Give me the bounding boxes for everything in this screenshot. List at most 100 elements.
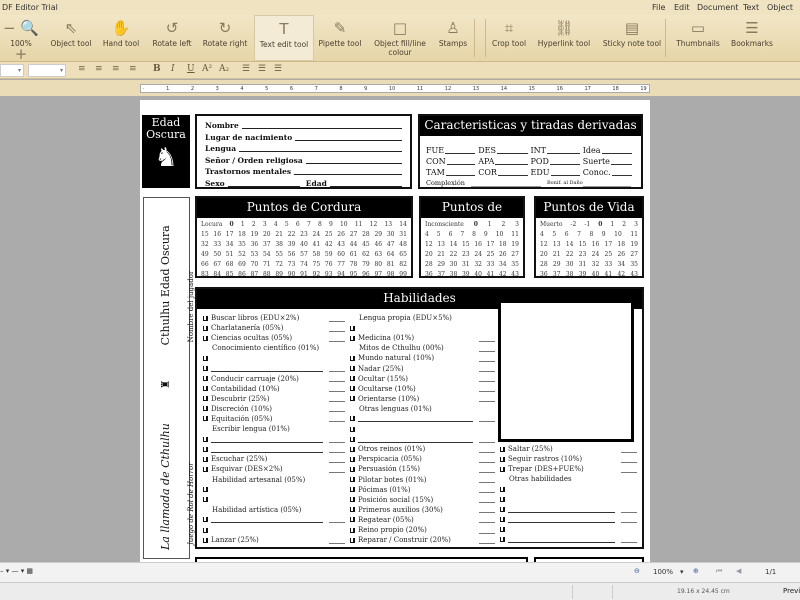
magic-point[interactable]: 13 — [437, 240, 445, 250]
life-point[interactable]: 23 — [579, 250, 587, 260]
tool-rotate-right[interactable]: ↻ Rotate right — [201, 15, 249, 61]
sanity-point[interactable]: 47 — [387, 240, 395, 250]
skill-value-input[interactable] — [621, 516, 637, 524]
sanity-point[interactable]: 50 — [213, 250, 221, 260]
skill-value-input[interactable] — [329, 395, 345, 403]
life-point[interactable]: 28 — [540, 260, 548, 270]
sanity-point[interactable]: 58 — [313, 250, 321, 260]
checkbox[interactable] — [500, 486, 505, 492]
sanity-point[interactable]: 81 — [387, 260, 395, 270]
checkbox[interactable] — [203, 456, 208, 462]
sanity-point[interactable]: 39 — [288, 240, 296, 250]
skill-value-input[interactable] — [479, 375, 495, 383]
sanity-point[interactable]: 24 — [313, 230, 321, 240]
tool-stamps[interactable]: ♙ Stamps — [436, 15, 470, 61]
sanity-point[interactable]: 63 — [374, 250, 382, 260]
stat-fue[interactable]: FUE — [426, 145, 478, 156]
magic-point[interactable]: 37 — [437, 270, 445, 280]
life-point[interactable]: 0 — [598, 220, 602, 230]
sanity-point[interactable]: 16 — [213, 230, 221, 240]
skill-item[interactable]: Pilotar botes (01%) — [350, 475, 495, 485]
sanity-point[interactable]: 65 — [399, 250, 407, 260]
sanity-point[interactable]: 34 — [226, 240, 234, 250]
zoom-in-icon[interactable]: ⊕ — [693, 567, 699, 575]
skill-item[interactable]: Ciencias ocultas (05%) — [203, 333, 345, 343]
skill-value-input[interactable] — [479, 385, 495, 393]
field-input[interactable] — [239, 143, 402, 152]
magic-point[interactable]: 1 — [488, 220, 492, 230]
sanity-point[interactable]: 67 — [213, 260, 221, 270]
skill-item[interactable] — [203, 485, 345, 495]
pdf-page[interactable]: Edad Oscura ♞ Nombre Lugar de nacimiento L… — [140, 100, 650, 562]
checkbox[interactable] — [203, 325, 208, 331]
skill-value-input[interactable] — [329, 456, 345, 463]
life-point[interactable]: 2 — [622, 220, 626, 230]
sanity-point[interactable]: 95 — [350, 270, 358, 280]
skill-item[interactable] — [500, 535, 637, 545]
magic-point[interactable]: 27 — [511, 250, 519, 260]
stat-int[interactable]: INT — [531, 145, 583, 156]
bold-button[interactable]: B — [153, 64, 161, 74]
stat-pod[interactable]: POD — [531, 156, 583, 167]
checkbox[interactable] — [203, 466, 208, 472]
life-point[interactable]: Muerto — [540, 220, 562, 230]
magic-point[interactable]: 34 — [499, 260, 507, 270]
life-point[interactable]: 18 — [617, 240, 625, 250]
magic-point[interactable]: 22 — [450, 250, 458, 260]
life-point[interactable]: 7 — [577, 230, 581, 240]
sanity-point[interactable]: 11 — [355, 220, 363, 230]
skill-item[interactable]: Buscar libros (EDU×2%) — [203, 313, 345, 323]
tool-thumbnails[interactable]: ▭ Thumbnails — [672, 15, 724, 61]
skill-item[interactable]: Equitación (05%) — [203, 414, 345, 424]
sanity-point[interactable]: 21 — [275, 230, 283, 240]
field-input[interactable] — [295, 132, 402, 141]
stat-con[interactable]: CON — [426, 156, 478, 167]
skill-value-input[interactable] — [621, 456, 637, 463]
menu-text[interactable]: Text — [743, 3, 759, 12]
skill-value-input[interactable] — [329, 325, 345, 332]
sanity-point[interactable]: 2 — [252, 220, 256, 230]
stat-input[interactable] — [601, 145, 632, 154]
sanity-point[interactable]: 26 — [337, 230, 345, 240]
zoom-out-icon[interactable]: ⊖ — [634, 567, 640, 575]
skill-value-input[interactable] — [479, 355, 495, 362]
tool-pipette-tool[interactable]: ✎ Pipette tool — [318, 15, 362, 61]
stat-input[interactable] — [445, 145, 476, 154]
magic-point[interactable]: 33 — [487, 260, 495, 270]
magic-point[interactable]: 23 — [462, 250, 470, 260]
skill-item[interactable]: Trepar (DES+FUE%) — [500, 464, 637, 474]
damage-bonus-input[interactable] — [582, 178, 631, 187]
skill-value-input[interactable] — [479, 345, 495, 352]
skill-value-input[interactable] — [479, 395, 495, 403]
sanity-point[interactable]: 48 — [399, 240, 407, 250]
checkbox[interactable] — [203, 537, 208, 543]
stat-idea[interactable]: Idea — [583, 145, 635, 156]
magic-point[interactable]: 0 — [474, 220, 478, 230]
skill-item[interactable] — [350, 323, 495, 333]
skill-item[interactable]: Pócimas (01%) — [350, 485, 495, 495]
checkbox[interactable] — [203, 436, 208, 442]
magic-point[interactable]: 36 — [425, 270, 433, 280]
skill-item[interactable] — [500, 525, 637, 535]
prev-page-icon[interactable]: ◀ — [736, 567, 741, 575]
stat-conoc[interactable]: Conoc. — [583, 167, 635, 178]
checkbox[interactable] — [500, 497, 505, 503]
skill-item[interactable] — [203, 515, 345, 525]
sanity-point[interactable]: 74 — [300, 260, 308, 270]
life-point[interactable]: 4 — [540, 230, 544, 240]
sanity-point[interactable]: 22 — [288, 230, 296, 240]
tool-hyperlink-tool[interactable]: ⛓ Hyperlink tool — [535, 15, 593, 61]
menu-object[interactable]: Object — [767, 3, 793, 12]
skill-value-input[interactable] — [479, 486, 495, 494]
checkbox[interactable] — [350, 386, 355, 392]
sanity-point[interactable]: 31 — [399, 230, 407, 240]
skill-value-input[interactable] — [479, 466, 495, 473]
sanity-point[interactable]: 10 — [340, 220, 348, 230]
skill-value-input[interactable] — [479, 415, 495, 423]
checkbox[interactable] — [350, 487, 355, 493]
sanity-point[interactable]: 76 — [325, 260, 333, 270]
checkbox[interactable] — [350, 497, 355, 503]
sanity-point[interactable]: 23 — [300, 230, 308, 240]
skill-value-input[interactable] — [479, 335, 495, 342]
horizontal-ruler[interactable]: · 1 2 3 4 5 6 7 8 9 10 11 12 13 14 15 16 17 18 19 — [140, 84, 650, 93]
